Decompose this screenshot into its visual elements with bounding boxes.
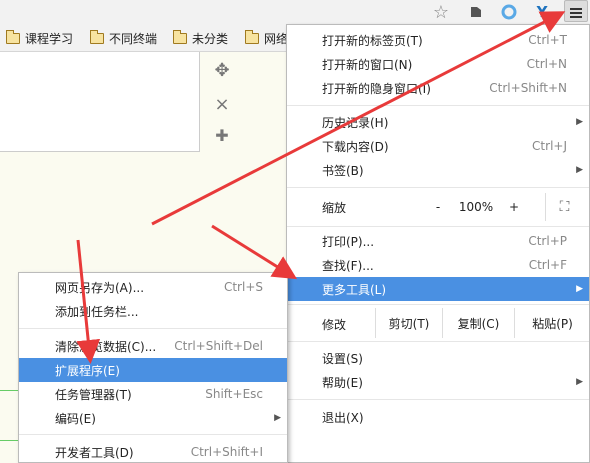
- divider: [0, 390, 20, 391]
- bookmark-folder[interactable]: 课程学习: [6, 30, 73, 47]
- menu-separator: [287, 105, 589, 106]
- zoom-level: 100%: [458, 200, 494, 214]
- bookmark-folder[interactable]: 未分类: [173, 30, 228, 47]
- content-panel: [0, 52, 200, 152]
- menu-separator: [287, 304, 589, 305]
- move-icon[interactable]: ✥: [210, 60, 234, 81]
- edit-row: 修改 剪切(T) 复制(C) 粘贴(P): [287, 308, 589, 338]
- menu-item-downloads[interactable]: 下载内容(D) Ctrl+J: [287, 134, 589, 158]
- extension-ring-icon[interactable]: [499, 2, 519, 22]
- zoom-in-button[interactable]: +: [498, 193, 530, 221]
- menu-item-new-tab[interactable]: 打开新的标签页(T) Ctrl+T: [287, 28, 589, 52]
- menu-item-task-manager[interactable]: 任务管理器(T) Shift+Esc: [19, 382, 287, 406]
- menu-separator: [287, 399, 589, 400]
- menu-separator: [287, 187, 589, 188]
- more-tools-submenu: 网页另存为(A)... Ctrl+S 添加到任务栏... 清除浏览数据(C)..…: [18, 272, 288, 463]
- folder-icon: [245, 30, 259, 44]
- menu-separator: [19, 328, 287, 329]
- menu-separator: [19, 434, 287, 435]
- menu-item-help[interactable]: 帮助(E) ▶: [287, 370, 589, 394]
- menu-item-extensions[interactable]: 扩展程序(E): [19, 358, 287, 382]
- submenu-arrow-icon: ▶: [576, 165, 583, 175]
- folder-icon: [90, 30, 104, 44]
- copy-button[interactable]: 复制(C): [442, 308, 514, 338]
- bookmark-folder[interactable]: 网络: [245, 30, 288, 47]
- menu-item-exit[interactable]: 退出(X): [287, 405, 589, 429]
- menu-icon[interactable]: [564, 0, 588, 22]
- paste-button[interactable]: 粘贴(P): [514, 308, 590, 338]
- star-icon[interactable]: ☆: [431, 2, 451, 23]
- menu-item-bookmarks[interactable]: 书签(B) ▶: [287, 158, 589, 182]
- bookmark-folder[interactable]: 不同终端: [90, 30, 157, 47]
- close-icon[interactable]: ×: [210, 94, 234, 115]
- divider: [0, 440, 20, 441]
- evernote-icon[interactable]: [466, 2, 486, 22]
- menu-item-find[interactable]: 查找(F)... Ctrl+F: [287, 253, 589, 277]
- cut-button[interactable]: 剪切(T): [375, 308, 442, 338]
- chrome-main-menu: 打开新的标签页(T) Ctrl+T 打开新的窗口(N) Ctrl+N 打开新的隐…: [286, 24, 590, 463]
- menu-item-encoding[interactable]: 编码(E) ▶: [19, 406, 287, 430]
- folder-icon: [173, 30, 187, 44]
- menu-item-print[interactable]: 打印(P)... Ctrl+P: [287, 229, 589, 253]
- submenu-arrow-icon: ▶: [576, 117, 583, 127]
- menu-item-more-tools[interactable]: 更多工具(L) ▶: [287, 277, 589, 301]
- menu-item-clear-data[interactable]: 清除浏览数据(C)... Ctrl+Shift+Del: [19, 334, 287, 358]
- fullscreen-icon[interactable]: ⛶: [545, 193, 583, 221]
- browser-toolbar: ☆ Y: [0, 0, 590, 24]
- menu-item-devtools[interactable]: 开发者工具(D) Ctrl+Shift+I: [19, 440, 287, 463]
- submenu-arrow-icon: ▶: [274, 413, 281, 423]
- menu-item-incognito[interactable]: 打开新的隐身窗口(I) Ctrl+Shift+N: [287, 76, 589, 100]
- zoom-out-button[interactable]: -: [422, 193, 454, 221]
- submenu-arrow-icon: ▶: [576, 284, 583, 294]
- menu-item-add-taskbar[interactable]: 添加到任务栏...: [19, 299, 287, 323]
- y-extension-icon[interactable]: Y: [532, 2, 552, 22]
- menu-separator: [287, 226, 589, 227]
- menu-item-save-page[interactable]: 网页另存为(A)... Ctrl+S: [19, 275, 287, 299]
- menu-item-settings[interactable]: 设置(S): [287, 346, 589, 370]
- folder-icon: [6, 30, 20, 44]
- menu-separator: [287, 341, 589, 342]
- zoom-row: 缩放 - 100% + ⛶: [287, 193, 589, 221]
- submenu-arrow-icon: ▶: [576, 377, 583, 387]
- menu-item-new-window[interactable]: 打开新的窗口(N) Ctrl+N: [287, 52, 589, 76]
- menu-item-history[interactable]: 历史记录(H) ▶: [287, 110, 589, 134]
- add-icon[interactable]: ✚: [210, 126, 234, 145]
